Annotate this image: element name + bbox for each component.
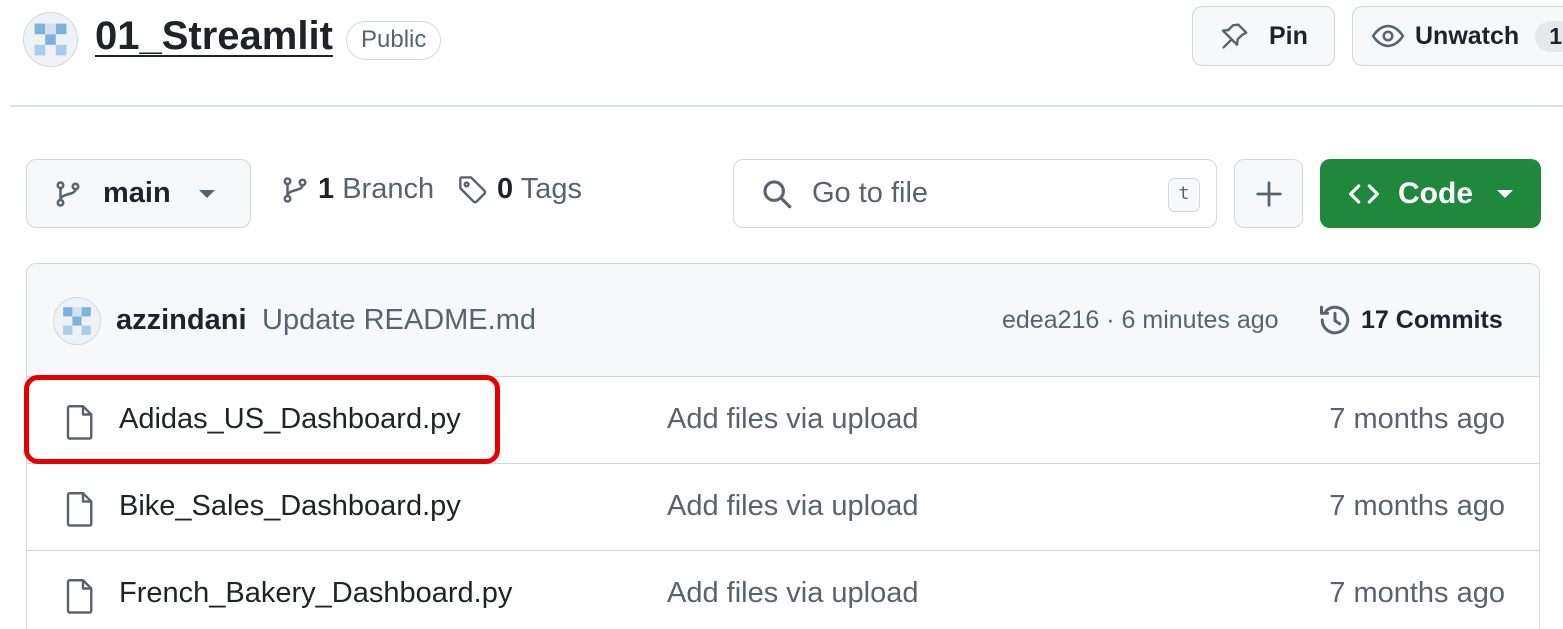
- search-placeholder: Go to file: [812, 177, 929, 209]
- identicon-icon: [24, 13, 77, 66]
- file-commit-message[interactable]: Add files via upload: [667, 490, 919, 523]
- visibility-badge: Public: [346, 21, 442, 60]
- branch-selector[interactable]: main: [26, 159, 251, 228]
- repo-title[interactable]: 01_Streamlit: [95, 14, 333, 59]
- file-row[interactable]: Bike_Sales_Dashboard.py Add files via up…: [27, 464, 1539, 551]
- go-to-file-input[interactable]: Go to file t: [733, 159, 1217, 228]
- history-icon: [1320, 305, 1350, 335]
- git-branch-icon: [56, 180, 80, 207]
- file-date: 7 months ago: [1329, 577, 1505, 609]
- commit-author[interactable]: azzindani: [116, 304, 247, 337]
- header-divider: [10, 105, 1563, 107]
- highlight-box: [24, 375, 500, 464]
- file-commit-message[interactable]: Add files via upload: [667, 577, 919, 610]
- tag-count: 0: [497, 173, 514, 205]
- commits-link[interactable]: 17 Commits: [1317, 302, 1503, 338]
- unwatch-button[interactable]: Unwatch 1: [1352, 6, 1563, 66]
- tags-link[interactable]: 0 Tags: [457, 173, 582, 206]
- code-label: Code: [1398, 176, 1473, 210]
- commits-count: 17: [1361, 305, 1389, 334]
- owner-avatar[interactable]: [23, 12, 78, 67]
- file-row[interactable]: French_Bakery_Dashboard.py Add files via…: [27, 551, 1539, 629]
- code-button[interactable]: Code: [1320, 159, 1541, 228]
- branch-text: Branch: [342, 173, 435, 205]
- git-branch-icon: [283, 176, 307, 203]
- branch-count: 1: [318, 173, 335, 205]
- plus-icon: [1255, 180, 1282, 207]
- chevron-down-icon: [198, 189, 215, 198]
- shortcut-key: t: [1168, 178, 1200, 212]
- eye-icon: [1371, 24, 1405, 48]
- file-icon: [66, 492, 93, 527]
- branch-name: main: [103, 177, 171, 209]
- pin-label: Pin: [1269, 21, 1308, 50]
- chevron-down-icon: [1497, 189, 1513, 198]
- file-date: 7 months ago: [1329, 403, 1505, 435]
- add-file-button[interactable]: [1234, 159, 1303, 228]
- file-date: 7 months ago: [1329, 490, 1505, 522]
- unwatch-label: Unwatch: [1415, 21, 1520, 50]
- search-icon: [763, 179, 792, 208]
- file-name[interactable]: Bike_Sales_Dashboard.py: [119, 490, 461, 523]
- file-icon: [66, 579, 93, 614]
- commits-text: Commits: [1395, 305, 1503, 334]
- identicon-icon: [54, 298, 100, 344]
- file-name[interactable]: French_Bakery_Dashboard.py: [119, 577, 512, 610]
- tag-text: Tags: [520, 173, 582, 205]
- code-icon: [1349, 183, 1379, 204]
- latest-commit-bar: azzindani Update README.md edea216 · 6 m…: [27, 264, 1539, 377]
- commit-message[interactable]: Update README.md: [262, 304, 536, 337]
- file-commit-message[interactable]: Add files via upload: [667, 403, 919, 436]
- pin-button[interactable]: Pin: [1192, 6, 1335, 66]
- watch-count-badge: 1: [1535, 20, 1563, 52]
- tag-icon: [459, 175, 487, 203]
- pin-icon: [1221, 23, 1248, 49]
- commit-meta[interactable]: edea216 · 6 minutes ago: [1002, 306, 1279, 335]
- branches-link[interactable]: 1 Branch: [280, 173, 434, 206]
- author-avatar[interactable]: [53, 297, 101, 345]
